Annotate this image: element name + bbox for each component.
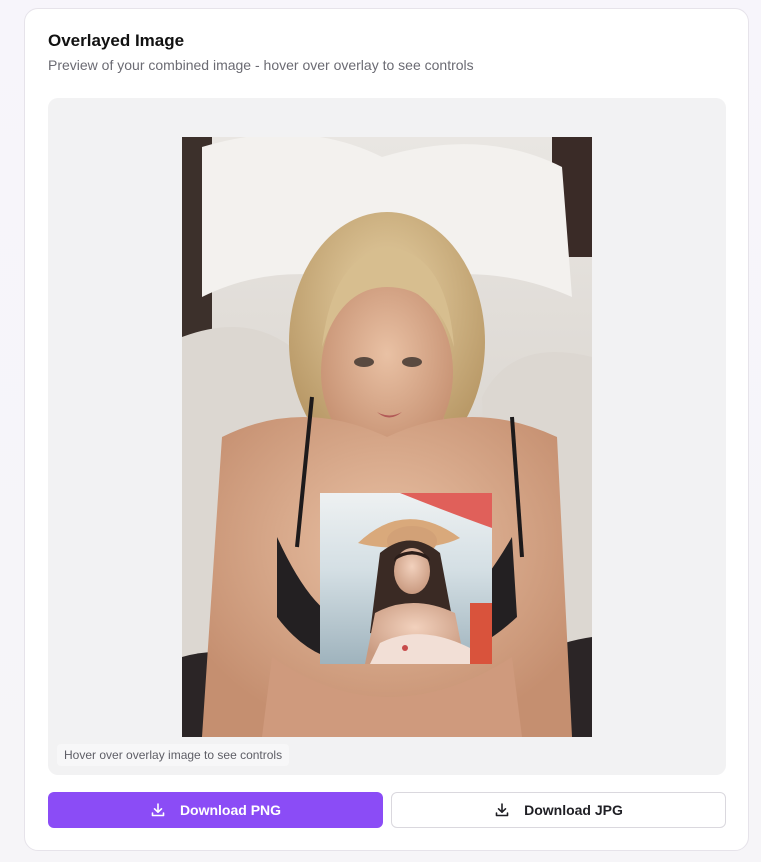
- download-jpg-label: Download JPG: [524, 802, 623, 818]
- overlay-result-card: Overlayed Image Preview of your combined…: [24, 8, 749, 851]
- overlay-controls-hint: Hover over overlay image to see controls: [57, 744, 290, 766]
- card-title: Overlayed Image: [48, 31, 185, 50]
- download-png-button[interactable]: Download PNG: [48, 792, 383, 828]
- overlay-image[interactable]: [320, 493, 492, 664]
- download-png-label: Download PNG: [179, 802, 282, 818]
- download-jpg-button[interactable]: Download JPG: [391, 792, 726, 828]
- card-subtitle: Preview of your combined image - hover o…: [48, 57, 474, 73]
- base-image: [182, 137, 592, 737]
- download-icon: [150, 802, 166, 818]
- download-icon: [494, 802, 510, 818]
- image-preview-area: Hover over overlay image to see controls: [48, 98, 726, 775]
